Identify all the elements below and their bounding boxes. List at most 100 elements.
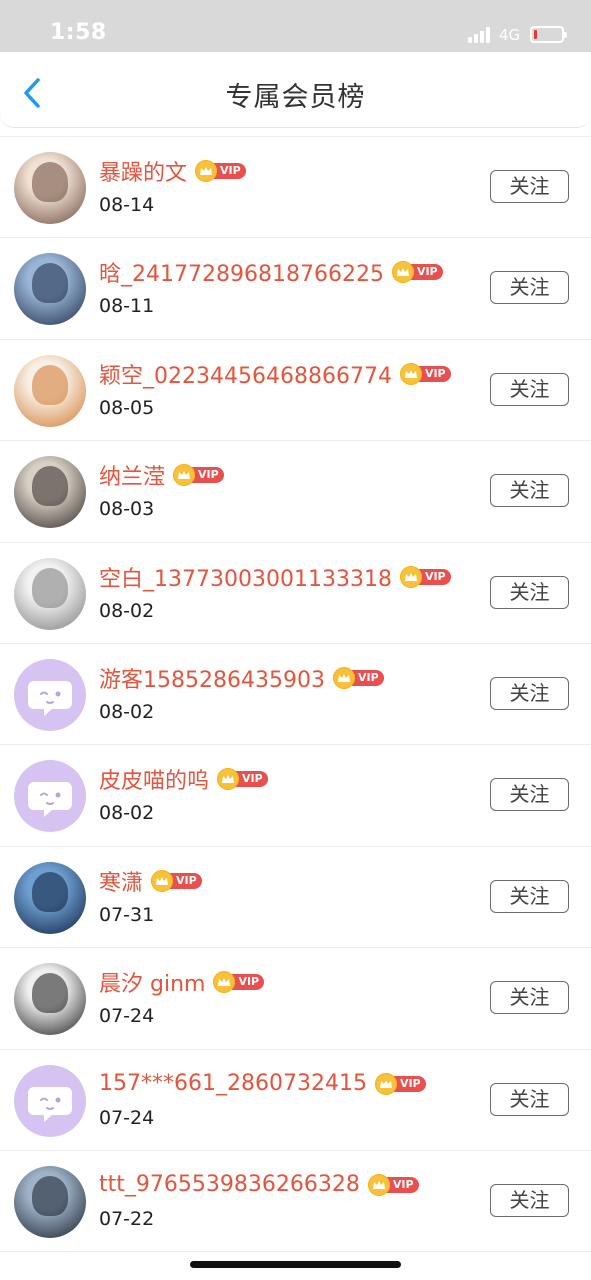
member-date: 08-02 xyxy=(99,599,155,622)
member-name-line: 157***661_2860732415 VIP xyxy=(99,1070,426,1098)
avatar[interactable] xyxy=(14,1165,86,1238)
list-item[interactable]: 晗_241772896818766225 VIP 08-11 关注 xyxy=(0,238,591,340)
avatar[interactable] xyxy=(14,152,86,224)
chat-bubble-icon xyxy=(28,782,72,818)
list-item[interactable]: ttt_9765539836266328 VIP 07-22 关注 xyxy=(0,1151,591,1253)
member-name-line: 暴躁的文 VIP xyxy=(99,155,246,187)
crown-icon xyxy=(391,261,414,284)
follow-button[interactable]: 关注 xyxy=(490,981,569,1015)
follow-button[interactable]: 关注 xyxy=(490,170,569,203)
avatar-photo xyxy=(32,466,68,507)
avatar[interactable] xyxy=(14,557,86,630)
avatar[interactable] xyxy=(14,1064,86,1137)
vip-badge: VIP xyxy=(151,869,202,892)
follow-button[interactable]: 关注 xyxy=(490,1082,569,1116)
follow-button[interactable]: 关注 xyxy=(490,575,569,609)
list-item[interactable]: 游客1585286435903 VIP 08-02 关注 xyxy=(0,644,591,746)
member-name[interactable]: 纳兰滢 xyxy=(99,459,165,491)
member-date: 07-22 xyxy=(99,1207,155,1230)
status-time: 1:58 xyxy=(50,20,107,45)
member-name[interactable]: 暴躁的文 xyxy=(99,155,187,187)
member-name-line: ttt_9765539836266328 VIP xyxy=(99,1171,419,1199)
member-name-line: 晨汐 ginm VIP xyxy=(99,966,265,998)
member-date: 07-24 xyxy=(99,1106,155,1129)
avatar[interactable] xyxy=(14,658,86,731)
follow-button[interactable]: 关注 xyxy=(490,372,569,406)
member-name[interactable]: 晨汐 ginm xyxy=(99,966,205,998)
crown-icon xyxy=(399,565,422,588)
avatar[interactable] xyxy=(14,253,86,326)
crown-icon xyxy=(195,160,218,182)
follow-button[interactable]: 关注 xyxy=(490,1183,569,1217)
status-bar: 1:58 4G xyxy=(0,0,591,52)
home-indicator xyxy=(190,1261,401,1268)
member-name-line: 寒潇 VIP xyxy=(99,865,202,897)
vip-badge: VIP xyxy=(213,971,265,994)
follow-button[interactable]: 关注 xyxy=(490,676,569,710)
battery-icon xyxy=(530,26,567,43)
avatar[interactable] xyxy=(14,456,86,529)
avatar[interactable] xyxy=(14,760,86,833)
avatar-photo xyxy=(32,973,68,1014)
member-date: 08-11 xyxy=(99,295,155,318)
member-name-line: 游客1585286435903 VIP xyxy=(99,662,384,694)
crown-icon xyxy=(151,869,174,892)
member-name[interactable]: 空白_13773003001133318 xyxy=(99,561,392,593)
avatar[interactable] xyxy=(14,963,86,1036)
member-name[interactable]: 晗_241772896818766225 xyxy=(99,256,384,288)
member-name-line: 晗_241772896818766225 VIP xyxy=(99,256,443,288)
vip-badge: VIP xyxy=(399,362,451,385)
member-name[interactable]: 颖空_02234456468866774 xyxy=(99,358,392,390)
nav-bar: 专属会员榜 xyxy=(0,52,591,128)
member-name-line: 颖空_02234456468866774 VIP xyxy=(99,358,451,390)
list-item[interactable]: 皮皮喵的呜 VIP 08-02 关注 xyxy=(0,745,591,847)
vip-badge: VIP xyxy=(332,666,384,689)
avatar-photo xyxy=(32,162,68,202)
avatar-photo xyxy=(32,567,68,608)
avatar-photo xyxy=(32,263,68,304)
chat-bubble-icon xyxy=(28,680,72,716)
list-item[interactable]: 寒潇 VIP 07-31 关注 xyxy=(0,847,591,949)
crown-icon xyxy=(217,768,240,791)
member-date: 08-03 xyxy=(99,498,155,521)
avatar[interactable] xyxy=(14,354,86,427)
avatar-photo xyxy=(32,871,68,912)
list-item[interactable]: 空白_13773003001133318 VIP 08-02 关注 xyxy=(0,543,591,644)
vip-badge: VIP xyxy=(173,464,224,487)
list-item[interactable]: 暴躁的文 VIP 08-14 关注 xyxy=(0,137,591,239)
member-name-line: 皮皮喵的呜 VIP xyxy=(99,763,268,795)
member-name-line: 空白_13773003001133318 VIP xyxy=(99,561,451,593)
member-name-line: 纳兰滢 VIP xyxy=(99,459,224,491)
list-item[interactable]: 157***661_2860732415 VIP 07-24 关注 xyxy=(0,1050,591,1151)
member-date: 08-02 xyxy=(99,802,155,825)
vip-badge: VIP xyxy=(367,1173,419,1196)
member-list[interactable]: 暴躁的文 VIP 08-14 关注 晗_241772896818766225 VIP 08-… xyxy=(0,136,591,1253)
crown-icon xyxy=(374,1072,397,1095)
member-date: 07-31 xyxy=(99,903,155,926)
follow-button[interactable]: 关注 xyxy=(490,778,569,812)
vip-badge: VIP xyxy=(195,160,246,182)
member-name[interactable]: 157***661_2860732415 xyxy=(99,1071,367,1096)
avatar-photo xyxy=(32,364,68,405)
member-date: 08-05 xyxy=(99,396,155,419)
member-name[interactable]: 寒潇 xyxy=(99,865,143,897)
network-type: 4G xyxy=(499,26,521,44)
avatar-photo xyxy=(32,1175,68,1216)
crown-icon xyxy=(332,666,355,689)
vip-badge: VIP xyxy=(399,565,451,588)
follow-button[interactable]: 关注 xyxy=(490,879,569,913)
list-item[interactable]: 晨汐 ginm VIP 07-24 关注 xyxy=(0,948,591,1050)
follow-button[interactable]: 关注 xyxy=(490,474,569,508)
avatar[interactable] xyxy=(14,861,86,934)
vip-badge: VIP xyxy=(217,768,268,791)
member-date: 08-02 xyxy=(99,700,155,723)
member-name[interactable]: 皮皮喵的呜 xyxy=(99,763,209,795)
member-name[interactable]: 游客1585286435903 xyxy=(99,662,325,694)
member-date: 07-24 xyxy=(99,1005,155,1028)
page-title: 专属会员榜 xyxy=(225,82,366,113)
follow-button[interactable]: 关注 xyxy=(490,271,569,305)
member-name[interactable]: ttt_9765539836266328 xyxy=(99,1172,360,1197)
list-item[interactable]: 纳兰滢 VIP 08-03 关注 xyxy=(0,441,591,543)
battery-level xyxy=(534,30,537,39)
list-item[interactable]: 颖空_02234456468866774 VIP 08-05 关注 xyxy=(0,340,591,442)
